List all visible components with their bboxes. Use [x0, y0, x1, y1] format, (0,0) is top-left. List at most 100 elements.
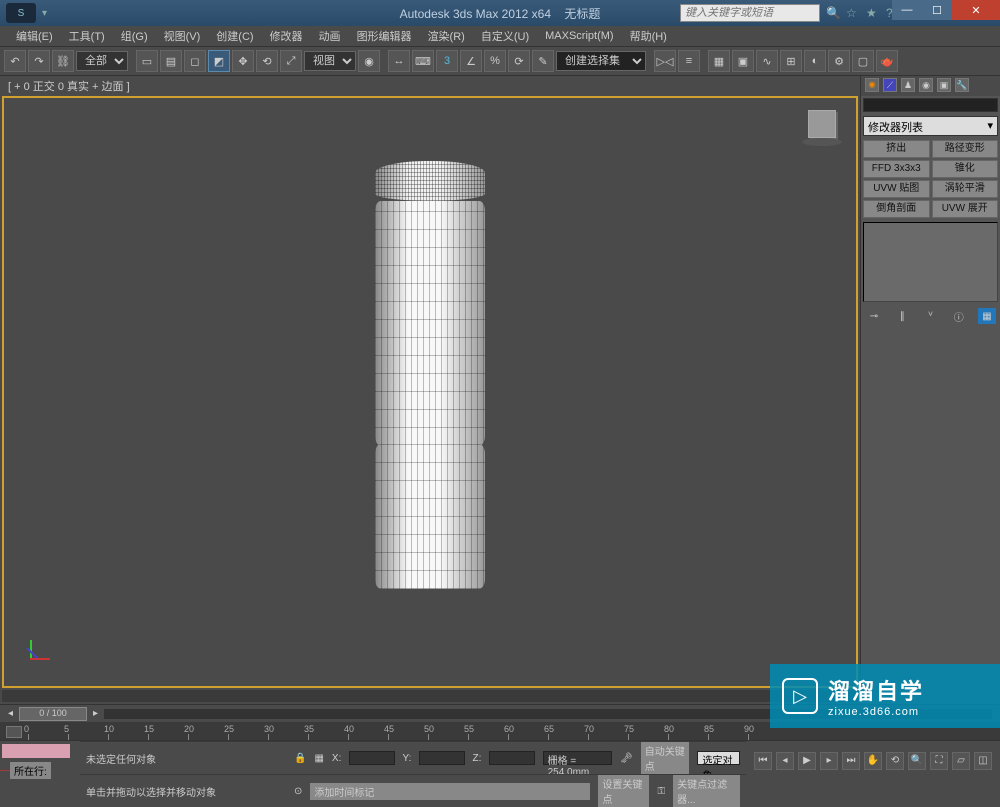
show-end-icon[interactable]: ∥ — [893, 308, 911, 324]
window-crossing-button[interactable]: ◩ — [208, 50, 230, 72]
mini-curve-icon[interactable] — [6, 726, 22, 738]
isolate-icon[interactable]: ⊙ — [294, 786, 302, 797]
menu-maxscript[interactable]: MAXScript(M) — [537, 30, 621, 42]
mod-pathdeform[interactable]: 路径变形 — [932, 140, 999, 158]
lock-icon[interactable]: 🔒 — [294, 753, 306, 764]
link-button[interactable]: ⛓ — [52, 50, 74, 72]
select-move-button[interactable]: ✥ — [232, 50, 254, 72]
minimize-button[interactable]: — — [892, 0, 922, 20]
next-frame-button[interactable]: ▸ — [820, 752, 838, 770]
autokey-button[interactable]: 自动关键点 — [641, 742, 690, 774]
model-object[interactable] — [375, 161, 485, 589]
coord-mode-icon[interactable]: ▦ — [314, 753, 323, 764]
configure-sets-icon[interactable]: ▦ — [978, 308, 996, 324]
prev-frame-button[interactable]: ◂ — [776, 752, 794, 770]
refcoord-dropdown[interactable]: 视图 — [304, 51, 356, 71]
percent-snap-button[interactable]: % — [484, 50, 506, 72]
schematic-button[interactable]: ⊞ — [780, 50, 802, 72]
render-frame-button[interactable]: ▢ — [852, 50, 874, 72]
setkey-button[interactable]: 设置关键点 — [598, 775, 649, 807]
maxscript-arrow-icon[interactable]: — — [0, 765, 10, 776]
view-cube[interactable] — [802, 106, 842, 146]
time-slider[interactable]: 0 / 100 — [19, 707, 87, 721]
menu-create[interactable]: 创建(C) — [208, 28, 261, 44]
pin-stack-icon[interactable]: ⊸ — [865, 308, 883, 324]
arc-rotate-button[interactable]: ⟲ — [886, 752, 904, 770]
search-icon[interactable]: 🔍 — [826, 6, 840, 20]
zoom-button[interactable]: 🔍 — [908, 752, 926, 770]
view-cube-face[interactable] — [808, 110, 836, 138]
view-cube-ring[interactable] — [802, 138, 842, 146]
menu-group[interactable]: 组(G) — [113, 28, 156, 44]
coord-x-input[interactable] — [349, 751, 394, 765]
tab-modify[interactable]: ⟋ — [883, 78, 897, 92]
menu-animation[interactable]: 动画 — [311, 28, 349, 44]
viewport-hscroll[interactable] — [2, 690, 858, 702]
play-button[interactable]: ▶ — [798, 752, 816, 770]
mod-turbosmooth[interactable]: 涡轮平滑 — [932, 180, 999, 198]
tab-motion[interactable]: ◉ — [919, 78, 933, 92]
graphite-button[interactable]: ▣ — [732, 50, 754, 72]
align-button[interactable]: ≡ — [678, 50, 700, 72]
tab-utilities[interactable]: 🔧 — [955, 78, 969, 92]
max-viewport-button[interactable]: ◫ — [974, 752, 992, 770]
viewport-label[interactable]: [ + 0 正交 0 真实 + 边面 ] — [0, 76, 860, 96]
mirror-button[interactable]: ▷◁ — [654, 50, 676, 72]
select-scale-button[interactable]: ⤢ — [280, 50, 302, 72]
object-color[interactable] — [863, 98, 998, 112]
menu-modifiers[interactable]: 修改器 — [262, 28, 311, 44]
angle-snap-button[interactable]: ∠ — [460, 50, 482, 72]
select-rotate-button[interactable]: ⟲ — [256, 50, 278, 72]
menu-edit[interactable]: 编辑(E) — [8, 28, 61, 44]
help-search-input[interactable] — [680, 4, 820, 22]
mod-ffd[interactable]: FFD 3x3x3 — [863, 160, 930, 178]
menu-grapheditors[interactable]: 图形编辑器 — [349, 28, 420, 44]
curve-editor-button[interactable]: ∿ — [756, 50, 778, 72]
mod-uvwmap[interactable]: UVW 贴图 — [863, 180, 930, 198]
select-name-button[interactable]: ▤ — [160, 50, 182, 72]
material-editor-button[interactable]: ◐ — [804, 50, 826, 72]
modifier-stack[interactable] — [863, 222, 998, 302]
goto-start-button[interactable]: ⏮ — [754, 752, 772, 770]
remove-mod-icon[interactable]: ⓘ — [950, 308, 968, 324]
menu-help[interactable]: 帮助(H) — [622, 28, 675, 44]
goto-end-button[interactable]: ⏭ — [842, 752, 860, 770]
undo-button[interactable]: ↶ — [4, 50, 26, 72]
coord-y-input[interactable] — [419, 751, 464, 765]
named-selset-dropdown[interactable]: 创建选择集 — [556, 51, 646, 71]
add-time-tag[interactable]: 添加时间标记 — [310, 783, 590, 800]
viewport[interactable] — [2, 96, 858, 688]
menu-view[interactable]: 视图(V) — [156, 28, 209, 44]
select-button[interactable]: ▭ — [136, 50, 158, 72]
mod-taper[interactable]: 锥化 — [932, 160, 999, 178]
tab-create[interactable]: ✺ — [865, 78, 879, 92]
pan-view-button[interactable]: ✋ — [864, 752, 882, 770]
key-filters-button[interactable]: 关键点过滤器... — [673, 775, 740, 807]
maximize-button[interactable]: ☐ — [922, 0, 952, 20]
menu-rendering[interactable]: 渲染(R) — [420, 28, 473, 44]
redo-button[interactable]: ↷ — [28, 50, 50, 72]
pivot-button[interactable]: ◉ — [358, 50, 380, 72]
mod-chamfer[interactable]: 倒角剖面 — [863, 200, 930, 218]
zoom-all-button[interactable]: ⛶ — [930, 752, 948, 770]
modifier-list-dropdown[interactable]: 修改器列表▾ — [863, 116, 998, 136]
menu-customize[interactable]: 自定义(U) — [473, 28, 537, 44]
script-mini-listener[interactable] — [2, 744, 70, 758]
timeslider-right-arrow[interactable]: ▸ — [93, 708, 98, 719]
close-button[interactable]: ✕ — [952, 0, 1000, 20]
key-icon[interactable]: 🗝 — [620, 753, 633, 764]
mod-extrude[interactable]: 挤出 — [863, 140, 930, 158]
menu-tools[interactable]: 工具(T) — [61, 28, 113, 44]
make-unique-icon[interactable]: ⱽ — [922, 308, 940, 324]
snap-3-button[interactable]: 3 — [436, 50, 458, 72]
fov-button[interactable]: ▱ — [952, 752, 970, 770]
selection-set-dropdown[interactable]: 全部 — [76, 51, 128, 71]
spinner-snap-button[interactable]: ⟳ — [508, 50, 530, 72]
app-icon[interactable]: S — [6, 3, 36, 23]
favorite-icon[interactable]: ★ — [866, 6, 880, 20]
manipulate-button[interactable]: ↔ — [388, 50, 410, 72]
tab-hierarchy[interactable]: ♟ — [901, 78, 915, 92]
tab-display[interactable]: ▣ — [937, 78, 951, 92]
render-setup-button[interactable]: ⚙ — [828, 50, 850, 72]
key-mode-icon[interactable]: ⚿ — [657, 786, 665, 797]
